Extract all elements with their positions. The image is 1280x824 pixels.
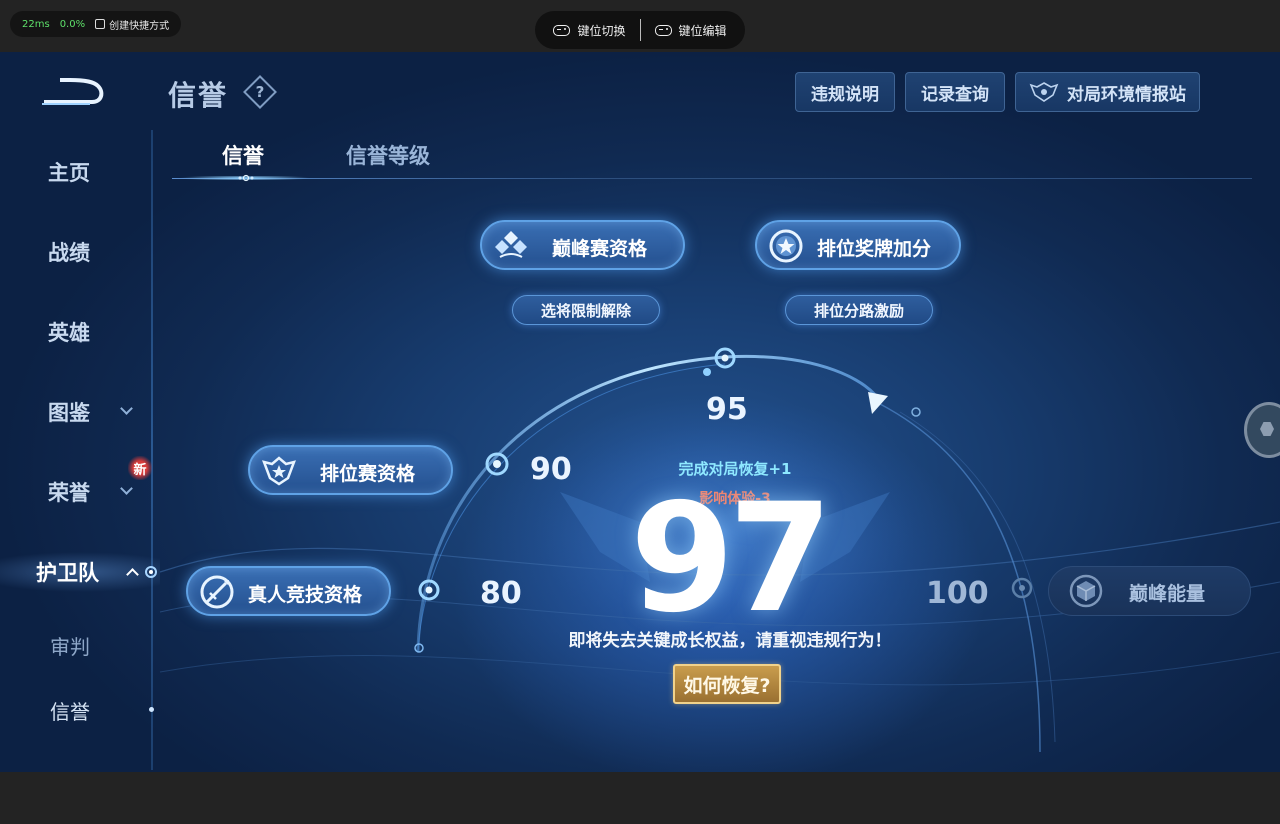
sidebar-item-home[interactable]: 主页 <box>0 152 150 192</box>
sidebar-item-label: 战绩 <box>48 241 90 265</box>
back-logo-icon[interactable] <box>40 74 106 106</box>
energy-cube-icon <box>1069 574 1103 608</box>
rank-shield-icon <box>261 456 297 486</box>
sidebar-item-label: 护卫队 <box>36 561 99 585</box>
create-shortcut-label: 创建快捷方式 <box>109 20 170 32</box>
sidebar-sub-item-judge[interactable]: 审判 <box>0 627 150 663</box>
latency-value: 22ms <box>22 18 50 30</box>
tab-underline <box>172 178 1252 179</box>
sidebar-item-heroes[interactable]: 英雄 <box>0 312 150 352</box>
chevron-down-icon <box>120 482 133 495</box>
sidebar-item-guard-team[interactable]: 护卫队 <box>0 552 150 592</box>
peak-qualification-button[interactable]: 巅峰赛资格 <box>480 220 685 270</box>
environment-intel-button[interactable]: 对局环境情报站 <box>1015 72 1200 112</box>
sidebar-sub-item-credit[interactable]: 信誉 <box>0 692 150 728</box>
peak-energy-label: 巅峰能量 <box>1129 583 1206 605</box>
sidebar-item-label: 荣誉 <box>48 481 90 505</box>
peak-qualification-label: 巅峰赛资格 <box>552 238 648 260</box>
threshold-95: 95 <box>706 392 748 427</box>
sidebar-item-codex[interactable]: 图鉴 <box>0 392 150 432</box>
game-viewport: 主页 战绩 英雄 图鉴 荣誉 新 护卫队 审判 信誉 信誉 ? 违规说明 记录查… <box>0 52 1280 772</box>
sidebar-item-records[interactable]: 战绩 <box>0 232 150 272</box>
page-title: 信誉 <box>168 79 229 112</box>
sidebar-item-label: 图鉴 <box>48 401 90 425</box>
sidebar-item-label: 主页 <box>48 161 90 185</box>
tab-indicator-dots <box>238 174 254 182</box>
violation-info-button[interactable]: 违规说明 <box>795 72 895 112</box>
top-toolbar: 22ms 0.0% 创建快捷方式 键位切换 键位编辑 <box>0 0 1280 52</box>
tab-credit-level[interactable]: 信誉等级 <box>346 140 430 170</box>
network-stats: 22ms 0.0% 创建快捷方式 <box>10 11 182 37</box>
sidebar-item-label: 英雄 <box>48 321 90 345</box>
sub-active-dot <box>149 707 154 712</box>
record-query-button[interactable]: 记录查询 <box>905 72 1005 112</box>
how-to-recover-label: 如何恢复? <box>683 674 771 697</box>
packet-loss-value: 0.0% <box>59 18 86 30</box>
real-person-qualification-button[interactable]: 真人竞技资格 <box>186 566 391 616</box>
tab-label: 信誉 <box>222 144 264 168</box>
real-person-qualification-label: 真人竞技资格 <box>248 584 363 606</box>
gamepad-icon <box>553 24 571 36</box>
how-to-recover-button[interactable]: 如何恢复? <box>673 664 781 704</box>
key-switch-button[interactable]: 键位切换 <box>539 22 639 39</box>
key-edit-button[interactable]: 键位编辑 <box>641 22 741 39</box>
rank-qualification-label: 排位赛资格 <box>320 463 416 485</box>
rank-medal-bonus-button[interactable]: 排位奖牌加分 <box>755 220 961 270</box>
rank-medal-bonus-label: 排位奖牌加分 <box>817 238 932 260</box>
peak-energy-button[interactable]: 巅峰能量 <box>1048 566 1251 616</box>
rank-medal-sub-badge: 排位分路激励 <box>785 295 933 325</box>
key-edit-label: 键位编辑 <box>678 23 727 38</box>
peak-sub-label: 选将限制解除 <box>540 301 631 320</box>
credit-score: 97 <box>630 472 833 646</box>
chevron-down-icon <box>120 402 133 415</box>
sword-shield-icon <box>200 575 234 609</box>
active-indicator-dot <box>145 566 157 578</box>
chevron-up-icon <box>126 568 139 581</box>
warning-message: 即将失去关键成长权益，请重视违规行为！ <box>568 631 892 651</box>
create-shortcut-button[interactable]: 创建快捷方式 <box>95 17 169 32</box>
medal-star-icon <box>769 229 803 263</box>
key-mapping-toolbar: 键位切换 键位编辑 <box>535 11 745 49</box>
rank-medal-sub-label: 排位分路激励 <box>813 301 904 320</box>
threshold-90: 90 <box>530 452 572 487</box>
sidebar-divider <box>151 130 153 770</box>
threshold-80: 80 <box>480 576 522 611</box>
gamepad-icon <box>654 24 672 36</box>
key-switch-label: 键位切换 <box>577 23 626 38</box>
shortcut-icon <box>95 19 106 29</box>
rank-qualification-button[interactable]: 排位赛资格 <box>248 445 453 495</box>
record-query-label: 记录查询 <box>921 84 989 105</box>
threshold-100: 100 <box>926 576 989 611</box>
sidebar-sub-label: 审判 <box>50 634 90 659</box>
shield-emblem-icon <box>1029 82 1059 102</box>
tab-credit[interactable]: 信誉 <box>222 140 264 170</box>
bottom-bar <box>0 772 1280 824</box>
peak-sub-badge: 选将限制解除 <box>512 295 660 325</box>
peak-diamond-icon <box>495 231 527 258</box>
help-glyph: ? <box>255 83 265 101</box>
new-badge: 新 <box>128 456 152 480</box>
environment-intel-label: 对局环境情报站 <box>1067 84 1186 105</box>
credit-arc-graphic <box>159 347 1280 753</box>
violation-info-label: 违规说明 <box>811 84 879 105</box>
sidebar-sub-label: 信誉 <box>50 699 90 724</box>
tab-label: 信誉等级 <box>346 144 430 168</box>
